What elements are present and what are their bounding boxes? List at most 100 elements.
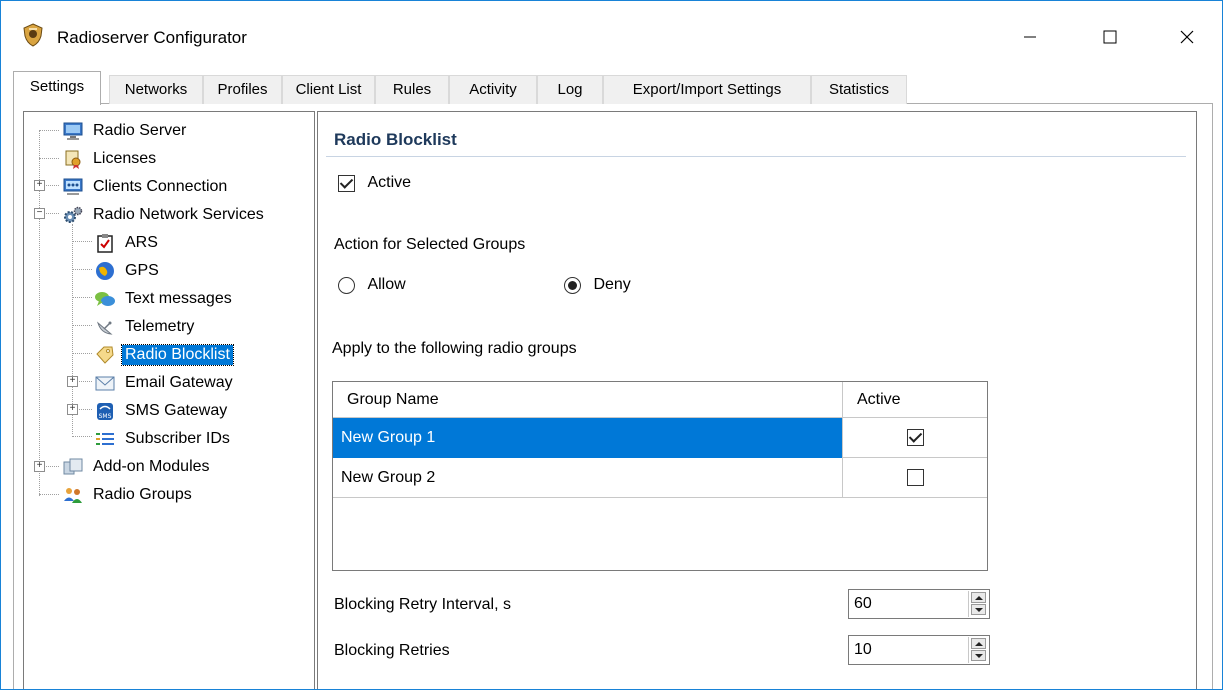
id-list-icon	[94, 428, 116, 450]
group-active-cell[interactable]	[843, 418, 987, 458]
group-active-checkbox[interactable]	[906, 429, 924, 447]
collapse-radio-network-services-toggle[interactable]: −	[34, 208, 45, 219]
app-window: Radioserver Configurator Settings Networ…	[0, 0, 1223, 690]
tree-item-telemetry[interactable]: Telemetry	[94, 314, 197, 340]
group-name-cell[interactable]: New Group 1	[333, 418, 842, 458]
retries-label: Blocking Retries	[334, 642, 450, 659]
tree-connector	[72, 297, 92, 298]
allow-radio[interactable]: Allow	[338, 276, 406, 294]
table-row[interactable]: New Group 1	[333, 418, 987, 458]
allow-radio-button[interactable]	[338, 276, 355, 294]
expand-add-on-modules-toggle[interactable]: +	[34, 461, 45, 472]
minimize-button[interactable]	[1007, 17, 1053, 57]
allow-radio-label: Allow	[367, 276, 406, 293]
svg-text:SMS: SMS	[99, 413, 112, 420]
window-title: Radioserver Configurator	[57, 28, 247, 47]
tree-item-clients-connection[interactable]: Clients Connection	[62, 174, 230, 200]
column-header-active[interactable]: Active	[843, 382, 987, 418]
tree-connector	[39, 130, 59, 131]
section-title: Radio Blocklist	[334, 130, 457, 149]
tree-item-radio-groups[interactable]: Radio Groups	[62, 482, 195, 508]
tree-connector	[72, 269, 92, 270]
retries-value[interactable]: 10	[854, 641, 872, 659]
tab-log[interactable]: Log	[537, 75, 603, 104]
expand-email-gateway-toggle[interactable]: +	[67, 376, 78, 387]
grid-header: Group Name Active	[333, 382, 987, 418]
tree-item-radio-network-services[interactable]: Radio Network Services	[62, 202, 267, 228]
decrement-button[interactable]	[971, 650, 986, 661]
tab-activity[interactable]: Activity	[449, 75, 537, 104]
group-active-checkbox[interactable]	[906, 469, 924, 487]
modules-icon	[62, 456, 84, 478]
tree-item-sms-gateway[interactable]: SMS SMS Gateway	[94, 398, 230, 424]
tree-connector	[39, 158, 59, 159]
close-icon	[1180, 30, 1194, 44]
speech-bubbles-icon	[94, 288, 116, 310]
deny-radio-button[interactable]	[564, 276, 581, 294]
maximize-icon	[1103, 30, 1117, 44]
tab-profiles[interactable]: Profiles	[203, 75, 282, 104]
globe-icon	[94, 260, 116, 282]
tab-client-list[interactable]: Client List	[282, 75, 375, 104]
network-monitor-icon	[62, 176, 84, 198]
deny-radio[interactable]: Deny	[564, 276, 631, 294]
increment-button[interactable]	[971, 592, 986, 603]
sms-icon: SMS	[94, 400, 116, 422]
retry-interval-label: Blocking Retry Interval, s	[334, 596, 511, 613]
server-monitor-icon	[62, 120, 84, 142]
tab-rules[interactable]: Rules	[375, 75, 449, 104]
tree-item-subscriber-ids[interactable]: Subscriber IDs	[94, 426, 233, 452]
tree-connector	[72, 436, 92, 437]
minimize-icon	[1024, 36, 1036, 38]
retries-spinner	[968, 637, 988, 663]
retry-interval-spinner	[968, 591, 988, 617]
tree-connector	[72, 241, 92, 242]
group-active-cell[interactable]	[843, 458, 987, 498]
tree-item-radio-blocklist[interactable]: Radio Blocklist	[94, 342, 234, 368]
column-header-group-name[interactable]: Group Name	[333, 382, 843, 418]
table-row[interactable]: New Group 2	[333, 458, 987, 498]
maximize-button[interactable]	[1087, 17, 1133, 57]
section-divider	[326, 156, 1186, 157]
deny-radio-label: Deny	[593, 276, 631, 293]
tree-connector	[72, 325, 92, 326]
tree-item-email-gateway[interactable]: Email Gateway	[94, 370, 236, 396]
group-name-cell[interactable]: New Group 2	[333, 458, 842, 498]
tab-networks[interactable]: Networks	[109, 75, 203, 104]
decrement-button[interactable]	[971, 604, 986, 615]
close-button[interactable]	[1164, 17, 1210, 57]
tree-connector	[39, 494, 59, 495]
retries-stepper[interactable]: 10	[848, 635, 990, 665]
people-group-icon	[62, 484, 84, 506]
active-checkbox-box[interactable]	[338, 174, 355, 192]
license-certificate-icon	[62, 148, 84, 170]
action-label: Action for Selected Groups	[334, 236, 526, 253]
tab-statistics[interactable]: Statistics	[811, 75, 907, 104]
expand-sms-gateway-toggle[interactable]: +	[67, 404, 78, 415]
radio-blocklist-panel: Radio Blocklist Active Action for Select…	[317, 111, 1197, 689]
tag-icon	[94, 344, 116, 366]
tree-item-radio-server[interactable]: Radio Server	[62, 118, 189, 144]
tree-item-gps[interactable]: GPS	[94, 258, 162, 284]
clipboard-check-icon	[94, 232, 116, 254]
title-bar[interactable]: Radioserver Configurator	[1, 1, 1222, 65]
increment-button[interactable]	[971, 638, 986, 649]
active-checkbox-label: Active	[367, 174, 412, 191]
apply-groups-label: Apply to the following radio groups	[332, 340, 577, 357]
tab-export-import-settings[interactable]: Export/Import Settings	[603, 75, 811, 104]
tree-item-ars[interactable]: ARS	[94, 230, 161, 256]
tree-item-text-messages[interactable]: Text messages	[94, 286, 235, 312]
retry-interval-stepper[interactable]: 60	[848, 589, 990, 619]
gears-icon	[62, 204, 84, 226]
tree-item-add-on-modules[interactable]: Add-on Modules	[62, 454, 213, 480]
active-checkbox[interactable]: Active	[338, 174, 411, 192]
radio-groups-grid[interactable]: Group Name Active New Group 1 New Group …	[332, 381, 988, 571]
envelope-icon	[94, 372, 116, 394]
tab-settings[interactable]: Settings	[13, 71, 101, 105]
retry-interval-value[interactable]: 60	[854, 595, 872, 613]
settings-tree[interactable]: + − + + + Radio Server Licenses Clients …	[23, 111, 315, 689]
shield-app-icon	[21, 23, 45, 47]
tree-item-licenses[interactable]: Licenses	[62, 146, 159, 172]
expand-clients-connection-toggle[interactable]: +	[34, 180, 45, 191]
satellite-dish-icon	[94, 316, 116, 338]
